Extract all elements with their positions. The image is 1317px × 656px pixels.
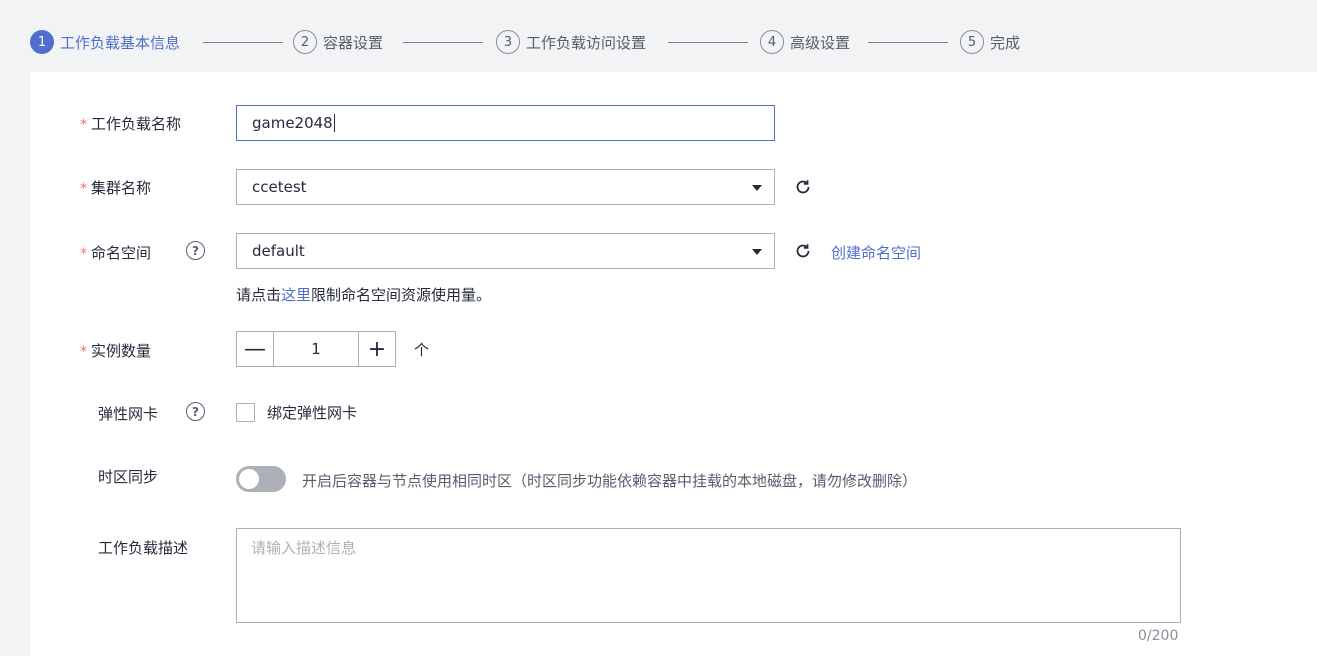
step-connector [203,42,283,43]
bind-elastic-nic-label[interactable]: 绑定弹性网卡 [267,402,357,423]
elastic-nic-label: 弹性网卡 [98,405,159,423]
help-icon[interactable]: ? [186,402,205,421]
required-mark: * [80,344,87,360]
instances-stepper: — 1 + [236,331,396,367]
text-caret [333,114,335,132]
step-advanced-settings[interactable]: 4 高级设置 [760,30,850,54]
step-complete[interactable]: 5 完成 [960,30,1020,54]
step-access-settings[interactable]: 3 工作负载访问设置 [496,30,646,54]
required-mark: * [80,246,87,262]
timezone-sync-description: 开启后容器与节点使用相同时区（时区同步功能依赖容器中挂载的本地磁盘，请勿修改删除… [302,472,918,490]
step-basic-info[interactable]: 1 工作负载基本信息 [30,30,180,54]
cluster-select[interactable]: ccetest [236,169,775,205]
help-icon[interactable]: ? [186,241,205,260]
increment-button[interactable]: + [359,332,395,366]
description-char-counter: 0/200 [1138,628,1179,644]
namespace-quota-hint: 请点击这里限制命名空间资源使用量。 [236,286,492,304]
step-number: 1 [30,30,54,54]
step-container-settings[interactable]: 2 容器设置 [293,30,383,54]
chevron-down-icon [752,185,762,191]
instances-value[interactable]: 1 [273,332,359,366]
namespace-label: * 命名空间 [80,244,152,262]
cluster-name-label: * 集群名称 [80,179,152,197]
step-connector [668,42,748,43]
required-mark: * [80,181,87,197]
chevron-down-icon [752,249,762,255]
refresh-icon[interactable] [794,242,812,260]
decrement-button[interactable]: — [237,332,273,366]
step-label: 工作负载访问设置 [526,33,647,52]
step-label: 容器设置 [323,33,384,52]
workload-name-label: * 工作负载名称 [80,115,182,133]
workload-name-input[interactable]: game2048 [236,105,775,141]
step-connector [403,42,483,43]
timezone-sync-toggle[interactable] [236,466,286,492]
instances-label: * 实例数量 [80,342,152,360]
workload-description-label: 工作负载描述 [98,539,189,557]
instances-unit: 个 [414,341,430,359]
required-mark: * [80,117,87,133]
create-namespace-link[interactable]: 创建命名空间 [831,242,921,263]
step-number: 4 [760,30,784,54]
toggle-knob [239,469,259,489]
timezone-sync-label: 时区同步 [98,468,159,486]
namespace-select[interactable]: default [236,233,775,269]
step-label: 完成 [990,33,1021,52]
workload-description-textarea[interactable]: 请输入描述信息 [236,528,1181,623]
namespace-quota-link[interactable]: 这里 [281,286,311,304]
bind-elastic-nic-checkbox[interactable] [236,403,255,422]
refresh-icon[interactable] [794,178,812,196]
wizard-steps: 1 工作负载基本信息 2 容器设置 3 工作负载访问设置 4 高级设置 5 完成 [0,0,1317,72]
step-number: 3 [496,30,520,54]
step-label: 高级设置 [790,33,851,52]
step-connector [868,42,948,43]
step-label: 工作负载基本信息 [60,33,181,52]
step-number: 5 [960,30,984,54]
step-number: 2 [293,30,317,54]
